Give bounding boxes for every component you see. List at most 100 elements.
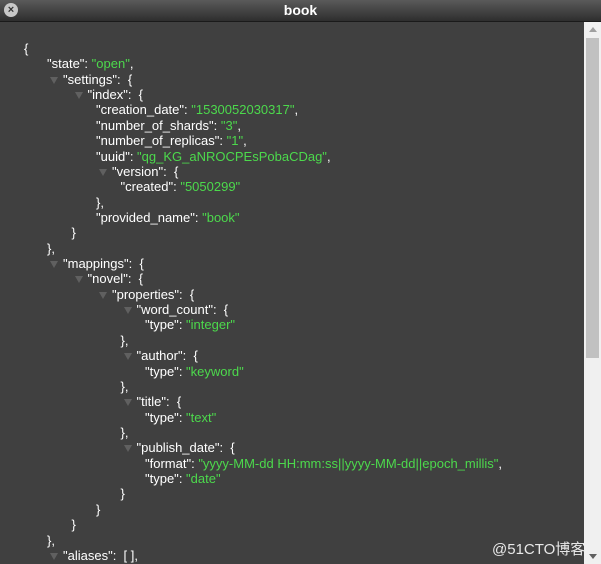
colon: :	[178, 317, 187, 333]
json-line: },	[121, 425, 129, 440]
json-punctuation: {	[189, 348, 198, 364]
json-line: "aliases": [ ],	[63, 548, 138, 563]
json-line: "uuid": "qg_KG_aNROCPEsPobaCDag",	[96, 149, 331, 164]
json-line: "settings": {	[63, 72, 132, 87]
collapse-toggle-icon[interactable]	[74, 92, 83, 100]
json-key: "uuid"	[96, 148, 130, 164]
json-line: "created": "5050299"	[121, 179, 241, 194]
json-bracket: }	[71, 225, 76, 241]
json-line: "type": "text"	[145, 410, 216, 425]
json-line: "publish_date": {	[137, 440, 235, 455]
json-line: }	[96, 502, 100, 517]
colon: :	[219, 440, 227, 456]
colon: :	[213, 117, 221, 133]
json-punctuation: {	[170, 163, 179, 179]
json-line: {	[24, 41, 28, 56]
colon: :	[182, 348, 190, 364]
json-string-value: "open"	[91, 56, 130, 72]
json-string-value: "5050299"	[180, 179, 241, 195]
json-punctuation: ,	[294, 102, 299, 118]
json-line: "properties": {	[112, 287, 194, 302]
json-line: "creation_date": "1530052030317",	[96, 102, 298, 117]
json-key: "word_count"	[136, 302, 213, 318]
collapse-toggle-icon[interactable]	[123, 445, 132, 453]
json-key: "publish_date"	[136, 440, 220, 456]
json-punctuation: {	[124, 71, 133, 87]
colon: :	[84, 56, 92, 72]
colon: :	[112, 547, 120, 563]
json-key: "settings"	[63, 71, 118, 87]
json-line: "version": {	[112, 164, 178, 179]
json-key: "type"	[145, 471, 179, 487]
json-line: "mappings": {	[63, 256, 144, 271]
json-line: "provided_name": "book"	[96, 210, 240, 225]
collapse-toggle-icon[interactable]	[99, 291, 107, 299]
json-bracket: }	[71, 517, 76, 533]
json-viewer: {"state": "open", "settings": {"index": {…	[0, 22, 584, 564]
json-punctuation: {	[135, 87, 144, 103]
json-punctuation: [ ],	[119, 547, 138, 563]
json-key: "provided_name"	[96, 209, 195, 225]
json-bracket: }	[120, 486, 125, 502]
json-line: }	[121, 486, 125, 501]
json-punctuation: ,	[498, 455, 503, 471]
title-bar: × book	[0, 0, 601, 22]
json-punctuation: ,	[237, 117, 241, 133]
watermark: @51CTO博客	[492, 541, 586, 558]
json-line: },	[47, 533, 55, 548]
json-key: "number_of_replicas"	[96, 133, 220, 149]
json-string-value: "date"	[186, 471, 221, 487]
collapse-toggle-icon[interactable]	[50, 552, 58, 560]
json-key: "state"	[47, 56, 85, 72]
json-key: "type"	[145, 363, 179, 379]
json-bracket: },	[120, 378, 129, 394]
json-key: "properties"	[112, 286, 180, 302]
json-punctuation: {	[226, 440, 235, 456]
collapse-toggle-icon[interactable]	[123, 399, 132, 407]
json-key: "created"	[120, 179, 174, 195]
colon: :	[219, 133, 227, 149]
json-line: },	[96, 195, 104, 210]
json-punctuation: ,	[129, 56, 134, 72]
colon: :	[178, 363, 187, 379]
vertical-scrollbar[interactable]	[584, 22, 601, 564]
json-string-value: "integer"	[186, 317, 236, 333]
json-key: "index"	[87, 87, 128, 103]
json-punctuation: {	[220, 302, 229, 318]
json-line: "type": "date"	[145, 471, 221, 486]
collapse-toggle-icon[interactable]	[123, 353, 132, 361]
json-bracket: },	[120, 332, 129, 348]
colon: :	[178, 409, 187, 425]
json-bracket: },	[120, 425, 129, 440]
collapse-toggle-icon[interactable]	[50, 76, 58, 84]
colon: :	[129, 148, 138, 164]
collapse-toggle-icon[interactable]	[99, 168, 107, 176]
colon: :	[178, 471, 187, 487]
json-line: "format": "yyyy-MM-dd HH:mm:ss||yyyy-MM-…	[145, 456, 502, 471]
json-key: "version"	[112, 163, 164, 179]
scrollbar-thumb[interactable]	[586, 38, 599, 358]
colon: :	[127, 271, 136, 287]
json-line: },	[47, 241, 55, 256]
json-punctuation: {	[173, 394, 182, 410]
scroll-up-icon[interactable]	[589, 27, 597, 32]
json-string-value: "qg_KG_aNROCPEsPobaCDag"	[137, 148, 327, 164]
colon: :	[194, 209, 203, 225]
json-key: "type"	[145, 317, 179, 333]
colon: :	[128, 256, 136, 272]
json-string-value: "3"	[220, 117, 238, 133]
json-key: "aliases"	[63, 547, 113, 563]
json-line: }	[72, 517, 76, 532]
json-line: "type": "integer"	[145, 317, 235, 332]
collapse-toggle-icon[interactable]	[123, 307, 132, 315]
json-bracket: },	[96, 194, 104, 210]
json-key: "author"	[136, 348, 183, 364]
collapse-toggle-icon[interactable]	[74, 276, 83, 284]
window-title: book	[283, 2, 318, 18]
json-line: "number_of_shards": "3",	[96, 118, 241, 133]
scroll-down-icon[interactable]	[589, 554, 597, 559]
json-bracket: },	[47, 240, 55, 256]
json-punctuation: ,	[326, 148, 331, 164]
collapse-toggle-icon[interactable]	[50, 261, 58, 269]
json-string-value: "book"	[202, 209, 240, 225]
